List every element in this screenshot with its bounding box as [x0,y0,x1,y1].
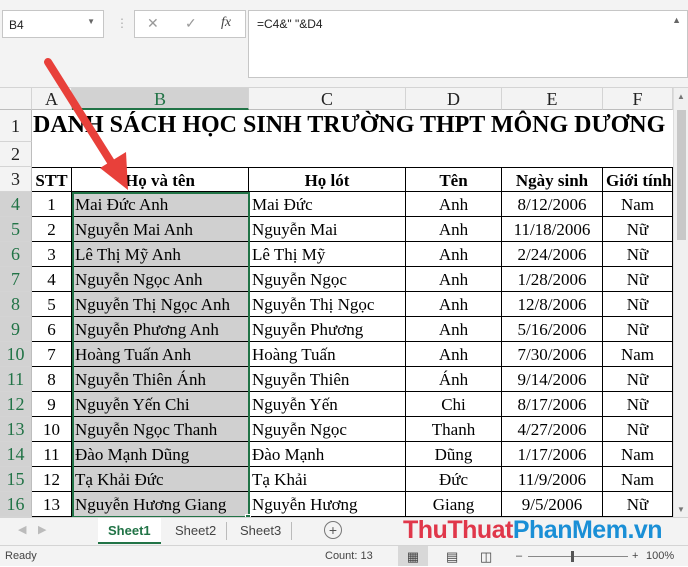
status-ready: Ready [5,550,37,562]
red-arrow-annotation [44,58,128,190]
zoom-out-icon[interactable]: – [516,546,522,567]
status-count: Count: 13 [325,550,373,562]
page-break-icon[interactable]: ◫ [480,546,492,567]
tab-sheet1[interactable]: Sheet1 [98,518,161,544]
zoom-level: 100% [646,550,675,562]
watermark-logo: ThuThuatPhanMem.vn [403,516,663,544]
tab-sheet3[interactable]: Sheet3 [230,522,293,540]
prev-sheet-icon[interactable]: ◀ [18,523,26,536]
add-sheet-icon[interactable]: + [324,521,342,539]
next-sheet-icon[interactable]: ▶ [38,523,46,536]
zoom-in-icon[interactable]: + [632,546,638,567]
normal-view-icon[interactable]: ▦ [398,546,428,566]
zoom-slider-thumb[interactable] [571,551,574,562]
zoom-slider[interactable] [528,556,628,557]
status-bar: Ready Count: 13 ▦ ▤ ◫ – + 100% [0,545,688,566]
tab-sheet2[interactable]: Sheet2 [165,522,228,540]
page-layout-icon[interactable]: ▤ [446,546,458,567]
